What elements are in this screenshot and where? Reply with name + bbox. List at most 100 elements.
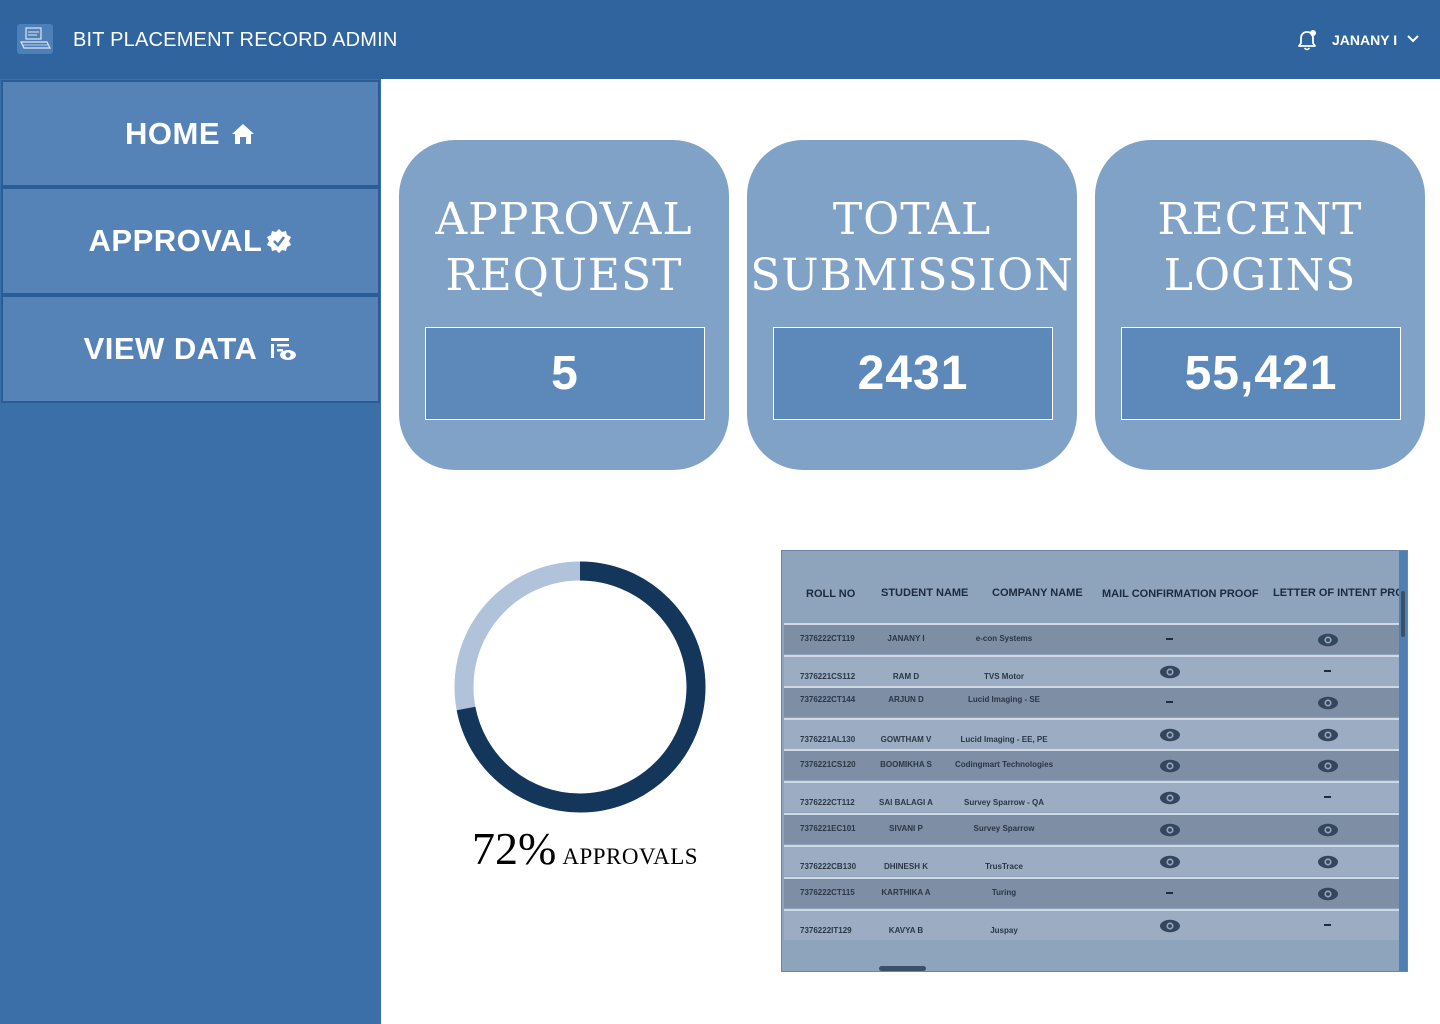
mail-proof-view-icon[interactable] (1159, 665, 1181, 679)
cell-company-name: TVS Motor (984, 672, 1024, 681)
cell-company-name: e-con Systems (975, 634, 1033, 643)
table-row[interactable]: 7376222CT119 JANANY I e-con Systems (784, 623, 1400, 654)
vertical-scrollbar-thumb[interactable] (1401, 591, 1405, 637)
user-name[interactable]: JANANY I (1332, 32, 1397, 48)
mail-proof-empty-dash (1166, 892, 1173, 894)
sidebar-item-label: HOME (125, 115, 220, 151)
loi-empty-dash (1324, 924, 1331, 926)
table-row[interactable]: 7376221CS120 BOOMIKHA S Codingmart Technol… (784, 749, 1400, 780)
mail-proof-view-icon[interactable] (1159, 919, 1181, 933)
cell-roll-no: 7376222IT129 (800, 926, 852, 935)
mail-proof-empty-dash (1166, 638, 1173, 640)
cell-student-name: BOOMIKHA S (880, 760, 932, 769)
loi-view-icon[interactable] (1317, 696, 1339, 710)
table-row[interactable]: 7376221EC101 SIVANI P Survey Sparrow (784, 813, 1400, 844)
loi-view-icon[interactable] (1317, 728, 1339, 742)
column-header-student-name[interactable]: STUDENT NAME (881, 587, 968, 599)
recent-logins-count: 55,421 (1184, 347, 1338, 400)
cell-student-name: SIVANI P (889, 824, 923, 833)
mail-proof-view-icon[interactable] (1159, 855, 1181, 869)
cell-company-name: Lucid Imaging - EE, PE (960, 735, 1048, 744)
cell-roll-no: 7376222CT115 (800, 888, 855, 897)
cell-roll-no: 7376222CT119 (800, 634, 855, 643)
approvals-percent: 72% (472, 823, 557, 874)
approvals-label: APPROVALS (562, 844, 699, 869)
card-title: RECENT LOGINS (1095, 192, 1425, 304)
mail-proof-view-icon[interactable] (1159, 791, 1181, 805)
horizontal-scrollbar-thumb[interactable] (879, 966, 926, 971)
mail-proof-view-icon[interactable] (1159, 728, 1181, 742)
cell-student-name: SAI BALAGI A (879, 798, 933, 807)
mail-proof-view-icon[interactable] (1159, 759, 1181, 773)
loi-view-icon[interactable] (1317, 855, 1339, 869)
loi-view-icon[interactable] (1317, 633, 1339, 647)
loi-view-icon[interactable] (1317, 887, 1339, 901)
table-row[interactable]: 7376221CS112 RAM D TVS Motor (784, 655, 1400, 686)
loi-empty-dash (1324, 670, 1331, 672)
cell-company-name: Lucid Imaging - SE (967, 695, 1041, 704)
loi-view-icon[interactable] (1317, 759, 1339, 773)
approval-request-card: APPROVAL REQUEST 5 (399, 140, 729, 470)
card-title-line: TOTAL (832, 194, 992, 245)
home-icon (232, 123, 254, 144)
table-row[interactable]: 7376222CT112 SAI BALAGI A Survey Sparrow -… (784, 781, 1400, 812)
app-logo-icon (17, 24, 53, 54)
table-footer (782, 963, 1402, 971)
cell-student-name: GOWTHAM V (880, 735, 932, 744)
column-header-company-name[interactable]: COMPANY NAME (992, 587, 1083, 599)
top-bar: BIT PLACEMENT RECORD ADMIN JANANY I (0, 0, 1440, 79)
cell-roll-no: 7376221CS120 (800, 760, 856, 769)
placement-records-table[interactable]: ROLL NO STUDENT NAME COMPANY NAME MAIL C… (781, 550, 1408, 972)
notification-bell-icon[interactable] (1296, 29, 1318, 51)
cell-roll-no: 7376222CT144 (800, 695, 856, 704)
cell-roll-no: 7376221AL130 (800, 735, 856, 744)
cell-company-name: Survey Sparrow - QA (963, 798, 1045, 807)
loi-view-icon[interactable] (1317, 823, 1339, 837)
cell-roll-no: 7376221CS112 (800, 672, 856, 681)
card-title-line: APPROVAL (435, 194, 693, 245)
total-submission-count: 2431 (857, 347, 969, 400)
cell-company-name: Codingmart Technologies (954, 760, 1054, 769)
mail-proof-view-icon[interactable] (1159, 823, 1181, 837)
cell-company-name: Survey Sparrow (973, 824, 1035, 833)
sidebar-item-approval[interactable]: APPROVAL (1, 187, 380, 295)
sidebar-item-view-data[interactable]: VIEW DATA (1, 295, 380, 403)
verified-badge-icon (267, 229, 292, 253)
cell-company-name: Turing (991, 888, 1017, 897)
table-row[interactable]: 7376222CB130 DHINESH K TrusTrace (784, 845, 1400, 876)
cell-student-name: KAVYA B (888, 926, 924, 935)
sidebar-item-label: VIEW DATA (83, 331, 258, 366)
card-title: TOTAL SUBMISSION (747, 192, 1077, 304)
table-header: ROLL NO STUDENT NAME COMPANY NAME MAIL C… (782, 551, 1404, 623)
mail-proof-empty-dash (1166, 701, 1173, 703)
column-header-roll-no[interactable]: ROLL NO (806, 588, 855, 600)
sidebar-item-home[interactable]: HOME (1, 80, 380, 187)
card-value-box: 5 (425, 327, 705, 420)
card-title-line: SUBMISSION (750, 250, 1074, 301)
app-title: BIT PLACEMENT RECORD ADMIN (73, 29, 398, 51)
loi-empty-dash (1324, 796, 1331, 798)
cell-student-name: JANANY I (887, 634, 925, 643)
table-row[interactable]: 7376222CT115 KARTHIKA A Turing (784, 877, 1400, 908)
column-header-mail-confirmation[interactable]: MAIL CONFIRMATION PROOF (1102, 588, 1259, 600)
sidebar: HOME APPROVAL VIEW DATA (0, 79, 381, 1024)
column-header-letter-of-intent[interactable]: LETTER OF INTENT PRO (1273, 587, 1404, 599)
view-data-icon (271, 338, 297, 360)
table-row[interactable]: 7376222CT144 ARJUN D Lucid Imaging - SE (784, 686, 1400, 717)
card-title-line: LOGINS (1163, 250, 1357, 301)
sidebar-item-label: APPROVAL (88, 223, 263, 258)
cell-student-name: KARTHIKA A (881, 888, 931, 897)
cell-roll-no: 7376222CB130 (800, 862, 857, 871)
cell-student-name: DHINESH K (883, 862, 929, 871)
card-value-box: 55,421 (1121, 327, 1401, 420)
approvals-donut (454, 561, 706, 813)
card-value-box: 2431 (773, 327, 1053, 420)
card-title-line: RECENT (1157, 194, 1363, 245)
recent-logins-card: RECENT LOGINS 55,421 (1095, 140, 1425, 470)
chevron-down-icon[interactable] (1406, 33, 1420, 45)
approval-request-count: 5 (551, 347, 579, 400)
cell-student-name: RAM D (892, 672, 920, 681)
table-row[interactable]: 7376222IT129 KAVYA B Juspay (784, 909, 1400, 940)
card-title-line: REQUEST (445, 250, 683, 301)
table-row[interactable]: 7376221AL130 GOWTHAM V Lucid Imaging - EE,… (784, 718, 1400, 749)
